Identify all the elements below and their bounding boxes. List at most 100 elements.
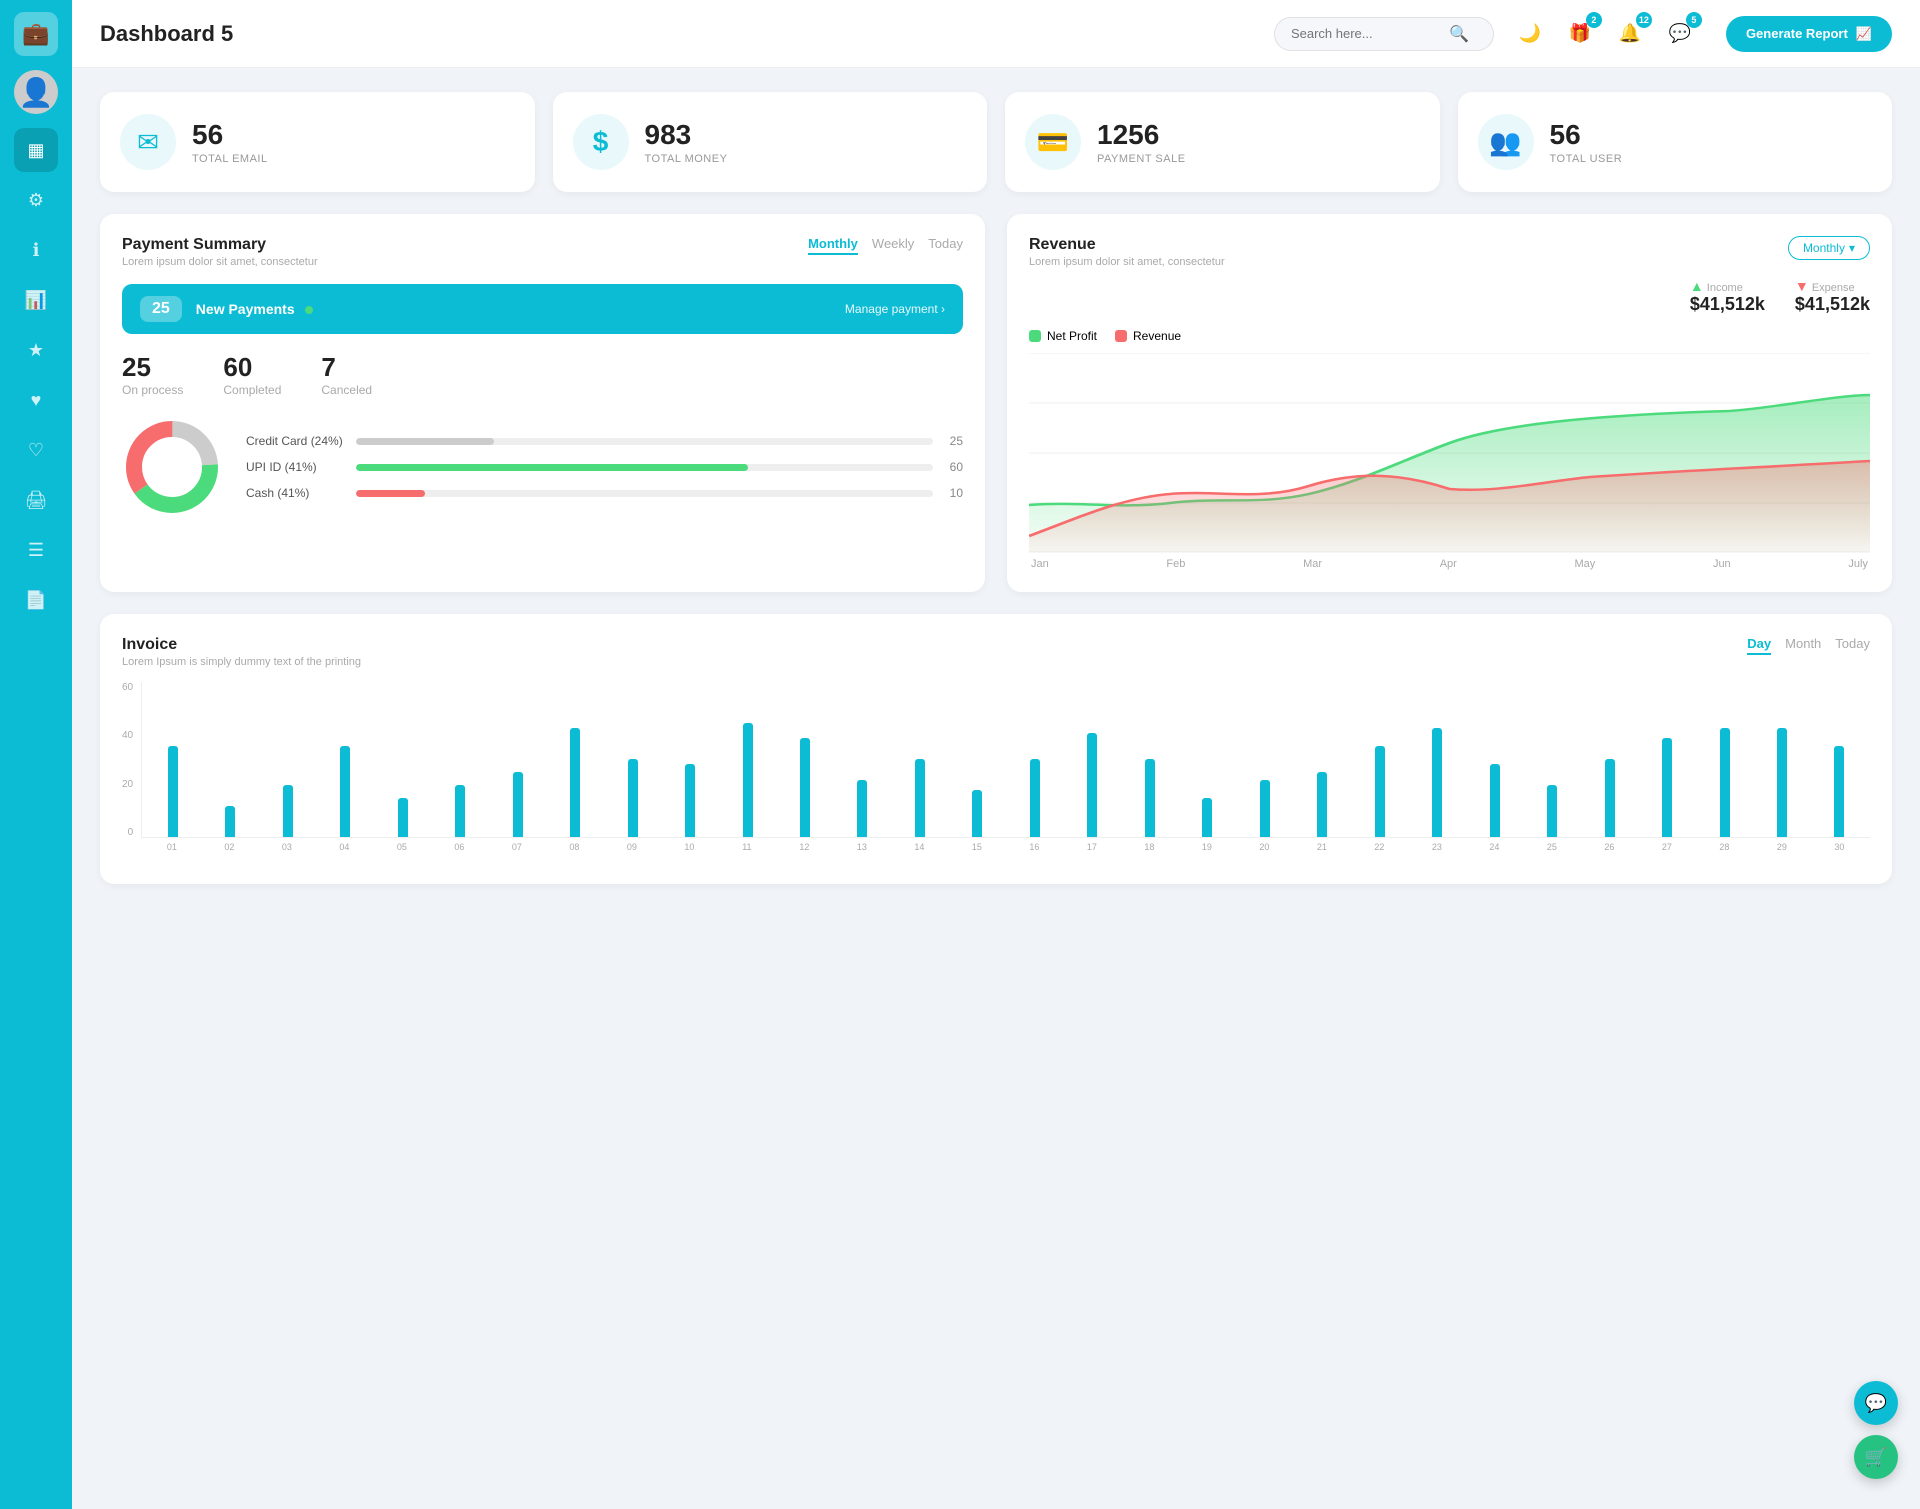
bar-07 bbox=[513, 772, 523, 837]
stat-card-payment: 💳 1256 PAYMENT SALE bbox=[1005, 92, 1440, 192]
payment-summary-tabs: Monthly Weekly Today bbox=[808, 236, 963, 255]
x-label-19: 19 bbox=[1180, 842, 1234, 852]
stat-canceled: 7 Canceled bbox=[321, 352, 372, 397]
expense-item: ▼ Expense $41,512k bbox=[1795, 278, 1870, 315]
bar-col-29 bbox=[1755, 728, 1808, 837]
sidebar-item-settings[interactable]: ⚙ bbox=[14, 178, 58, 222]
legend-net-profit: Net Profit bbox=[1029, 329, 1097, 343]
manage-payment-link[interactable]: Manage payment › bbox=[845, 302, 945, 316]
x-label-10: 10 bbox=[663, 842, 717, 852]
support-icon: 💬 bbox=[1865, 1393, 1887, 1414]
chart-icon: 📊 bbox=[25, 290, 47, 311]
bar-col-17 bbox=[1066, 733, 1119, 837]
inv-tab-today[interactable]: Today bbox=[1835, 636, 1870, 655]
sidebar-avatar[interactable]: 👤 bbox=[14, 70, 58, 114]
x-label-16: 16 bbox=[1008, 842, 1062, 852]
invoice-bar-chart: 0102030405060708091011121314151617181920… bbox=[141, 682, 1870, 862]
tab-monthly[interactable]: Monthly bbox=[808, 236, 858, 255]
email-stat-label: TOTAL EMAIL bbox=[192, 153, 268, 165]
search-input[interactable] bbox=[1291, 26, 1441, 41]
tab-today[interactable]: Today bbox=[928, 236, 963, 255]
x-label-july: July bbox=[1848, 558, 1868, 570]
x-label-12: 12 bbox=[778, 842, 832, 852]
sidebar-item-list[interactable]: ☰ bbox=[14, 528, 58, 572]
chat-badge: 5 bbox=[1686, 12, 1702, 28]
bar-col-28 bbox=[1698, 728, 1751, 837]
invoice-subtitle: Lorem Ipsum is simply dummy text of the … bbox=[122, 656, 361, 668]
x-label-29: 29 bbox=[1755, 842, 1809, 852]
chat-button[interactable]: 💬 5 bbox=[1662, 16, 1698, 52]
sidebar-item-info[interactable]: ℹ bbox=[14, 228, 58, 272]
stat-completed: 60 Completed bbox=[223, 352, 281, 397]
revenue-chart: Jan Feb Mar Apr May Jun July bbox=[1029, 353, 1870, 570]
bar-04 bbox=[340, 746, 350, 837]
bar-col-22 bbox=[1353, 746, 1406, 837]
x-label-06: 06 bbox=[433, 842, 487, 852]
payment-stats-row: 25 On process 60 Completed 7 Canceled bbox=[122, 352, 963, 397]
money-stat-value: 983 bbox=[645, 119, 728, 151]
x-label-05: 05 bbox=[375, 842, 429, 852]
generate-report-button[interactable]: Generate Report 📈 bbox=[1726, 16, 1892, 52]
donut-chart bbox=[122, 417, 222, 517]
x-label-07: 07 bbox=[490, 842, 544, 852]
bar-09 bbox=[628, 759, 638, 837]
gift-button[interactable]: 🎁 2 bbox=[1562, 16, 1598, 52]
tab-weekly[interactable]: Weekly bbox=[872, 236, 914, 255]
user-stat-label: TOTAL USER bbox=[1550, 153, 1623, 165]
x-label-jun: Jun bbox=[1713, 558, 1731, 570]
x-label-02: 02 bbox=[203, 842, 257, 852]
user-stat-value: 56 bbox=[1550, 119, 1623, 151]
bar-11 bbox=[743, 723, 753, 837]
invoice-card: Invoice Lorem Ipsum is simply dummy text… bbox=[100, 614, 1892, 884]
sidebar-item-dashboard[interactable]: ▦ bbox=[14, 128, 58, 172]
cart-fab-button[interactable]: 🛒 bbox=[1854, 1435, 1898, 1479]
content-area: ✉ 56 TOTAL EMAIL $ 983 TOTAL MONEY 💳 125… bbox=[72, 68, 1920, 908]
sidebar-item-document[interactable]: 📄 bbox=[14, 578, 58, 622]
bar-08 bbox=[570, 728, 580, 837]
theme-toggle-button[interactable]: 🌙 bbox=[1512, 16, 1548, 52]
stat-cards-row: ✉ 56 TOTAL EMAIL $ 983 TOTAL MONEY 💳 125… bbox=[100, 92, 1892, 192]
notification-badge: 12 bbox=[1636, 12, 1652, 28]
notification-button[interactable]: 🔔 12 bbox=[1612, 16, 1648, 52]
page-title: Dashboard 5 bbox=[100, 21, 1274, 47]
bar-29 bbox=[1777, 728, 1787, 837]
payment-summary-title: Payment Summary bbox=[122, 236, 318, 254]
settings-icon: ⚙ bbox=[28, 190, 44, 211]
inv-tab-month[interactable]: Month bbox=[1785, 636, 1821, 655]
bar-14 bbox=[915, 759, 925, 837]
legend-revenue: Revenue bbox=[1115, 329, 1181, 343]
revenue-month-button[interactable]: Monthly ▾ bbox=[1788, 236, 1870, 260]
sidebar-item-heart-outline[interactable]: ♡ bbox=[14, 428, 58, 472]
bar-col-04 bbox=[319, 746, 372, 837]
revenue-card: Revenue Lorem ipsum dolor sit amet, cons… bbox=[1007, 214, 1892, 592]
x-label-18: 18 bbox=[1123, 842, 1177, 852]
bar-16 bbox=[1030, 759, 1040, 837]
bar-06 bbox=[455, 785, 465, 837]
bar-10 bbox=[685, 764, 695, 837]
bar-chart-icon: 📈 bbox=[1856, 26, 1872, 42]
bar-13 bbox=[857, 780, 867, 837]
inv-tab-day[interactable]: Day bbox=[1747, 636, 1771, 655]
x-label-13: 13 bbox=[835, 842, 889, 852]
x-label-mar: Mar bbox=[1303, 558, 1322, 570]
sidebar-item-heart-filled[interactable]: ♥ bbox=[14, 378, 58, 422]
sidebar-item-star[interactable]: ★ bbox=[14, 328, 58, 372]
gift-icon: 🎁 bbox=[1569, 23, 1591, 44]
bar-col-24 bbox=[1468, 764, 1521, 837]
search-bar[interactable]: 🔍 bbox=[1274, 17, 1494, 51]
bar-col-23 bbox=[1410, 728, 1463, 837]
payment-summary-card: Payment Summary Lorem ipsum dolor sit am… bbox=[100, 214, 985, 592]
bar-18 bbox=[1145, 759, 1155, 837]
chat-icon: 💬 bbox=[1669, 23, 1691, 44]
bar-12 bbox=[800, 738, 810, 837]
payment-stat-icon: 💳 bbox=[1025, 114, 1081, 170]
x-label-23: 23 bbox=[1410, 842, 1464, 852]
stat-card-money: $ 983 TOTAL MONEY bbox=[553, 92, 988, 192]
bar-28 bbox=[1720, 728, 1730, 837]
support-fab-button[interactable]: 💬 bbox=[1854, 1381, 1898, 1425]
sidebar-logo[interactable]: 💼 bbox=[14, 12, 58, 56]
revenue-month-label: Monthly bbox=[1803, 241, 1845, 255]
bar-col-09 bbox=[606, 759, 659, 837]
sidebar-item-print[interactable]: 🖨 bbox=[14, 478, 58, 522]
sidebar-item-chart[interactable]: 📊 bbox=[14, 278, 58, 322]
